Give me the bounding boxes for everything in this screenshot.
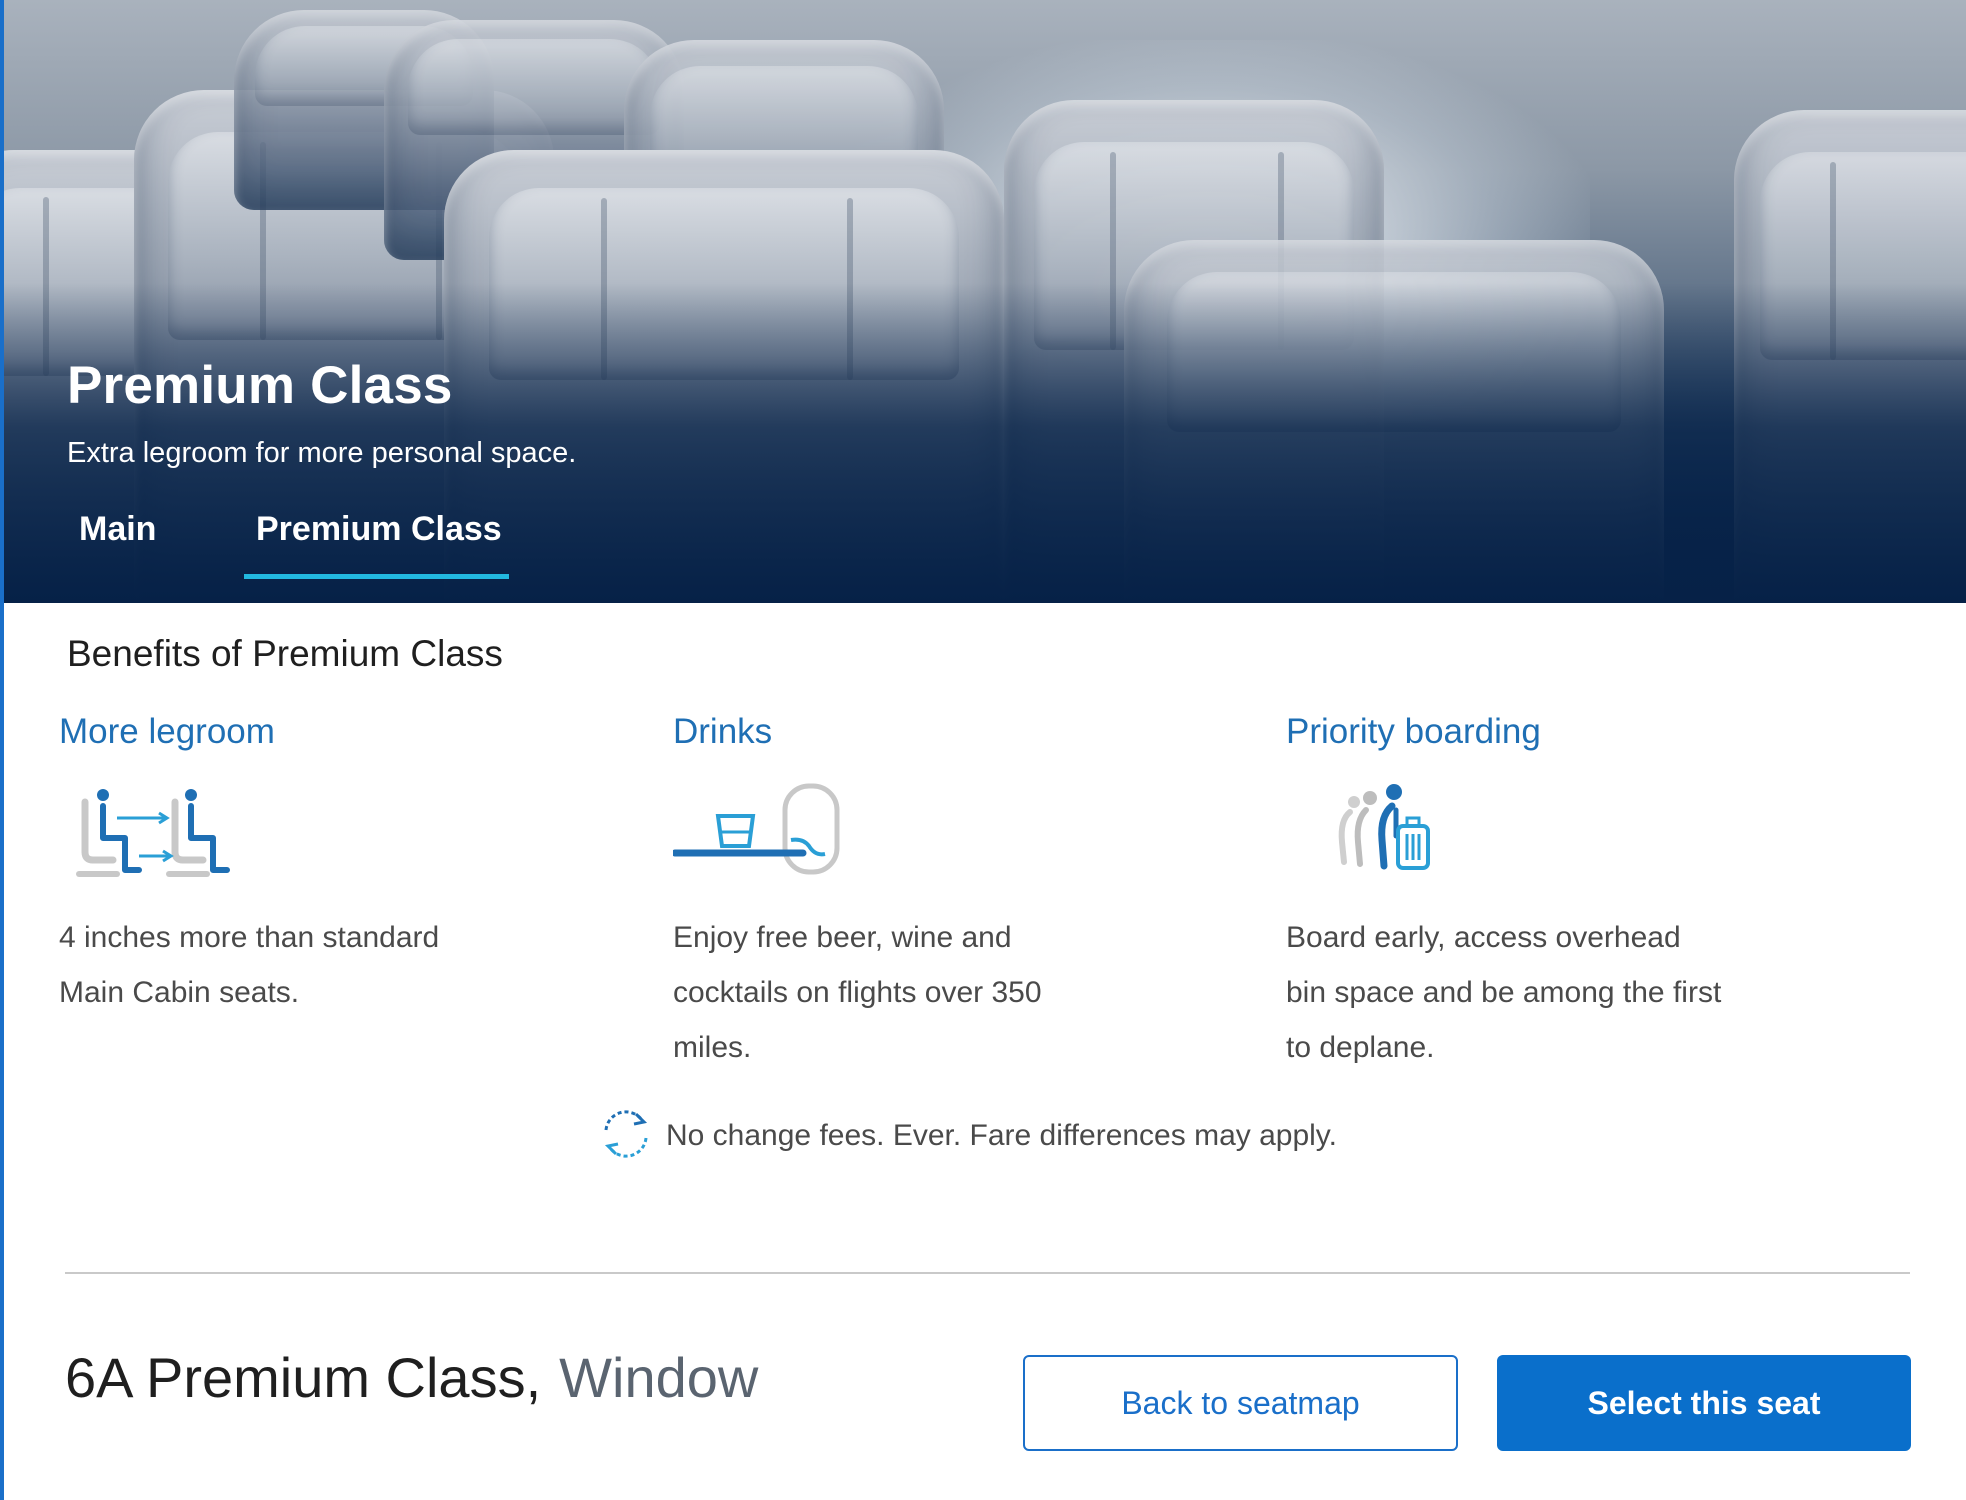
no-change-fees-text: No change fees. Ever. Fare differences m…	[666, 1119, 1337, 1152]
benefit-drinks: Drinks Enjoy free beer, wine and cocktai…	[671, 712, 1113, 1064]
seat-number-class: 6A Premium Class,	[65, 1346, 542, 1409]
tab-main[interactable]: Main	[79, 510, 156, 549]
back-to-seatmap-button[interactable]: Back to seatmap	[1023, 1355, 1458, 1451]
benefits-heading: Benefits of Premium Class	[67, 633, 503, 674]
benefit-description: 4 inches more than standard Main Cabin s…	[59, 921, 440, 1009]
benefit-title: Drinks	[673, 712, 773, 751]
no-change-fees-note: No change fees. Ever. Fare differences m…	[596, 1108, 1337, 1164]
benefit-description: Enjoy free beer, wine and cocktails on f…	[673, 921, 1042, 1064]
section-divider	[65, 1272, 1910, 1274]
legroom-seats-icon	[59, 780, 259, 885]
seat-position: Window	[559, 1346, 759, 1409]
benefit-title: More legroom	[59, 712, 275, 751]
hero-title: Premium Class	[67, 356, 453, 415]
selected-seat-label: 6A Premium Class, Window	[65, 1345, 758, 1410]
select-seat-button[interactable]: Select this seat	[1497, 1355, 1911, 1451]
seat-detail-panel: Premium Class Extra legroom for more per…	[0, 0, 1966, 1500]
refresh-cycle-icon	[596, 1106, 656, 1167]
hero-banner: Premium Class Extra legroom for more per…	[4, 0, 1966, 603]
benefit-priority-boarding: Priority boarding Board early, access ov…	[1286, 712, 1726, 1064]
benefit-description: Board early, access overhead bin space a…	[1286, 921, 1722, 1064]
benefit-more-legroom: More legroom 4 inches more than standard…	[59, 712, 499, 1009]
tray-table-drink-icon	[671, 780, 873, 885]
hero-subtitle: Extra legroom for more personal space.	[67, 437, 577, 469]
benefit-title: Priority boarding	[1286, 712, 1541, 751]
priority-boarding-icon	[1286, 780, 1486, 885]
cabin-tabs: Main Premium Class	[4, 510, 704, 580]
tab-premium-class[interactable]: Premium Class	[256, 510, 502, 549]
active-tab-indicator	[244, 574, 509, 579]
